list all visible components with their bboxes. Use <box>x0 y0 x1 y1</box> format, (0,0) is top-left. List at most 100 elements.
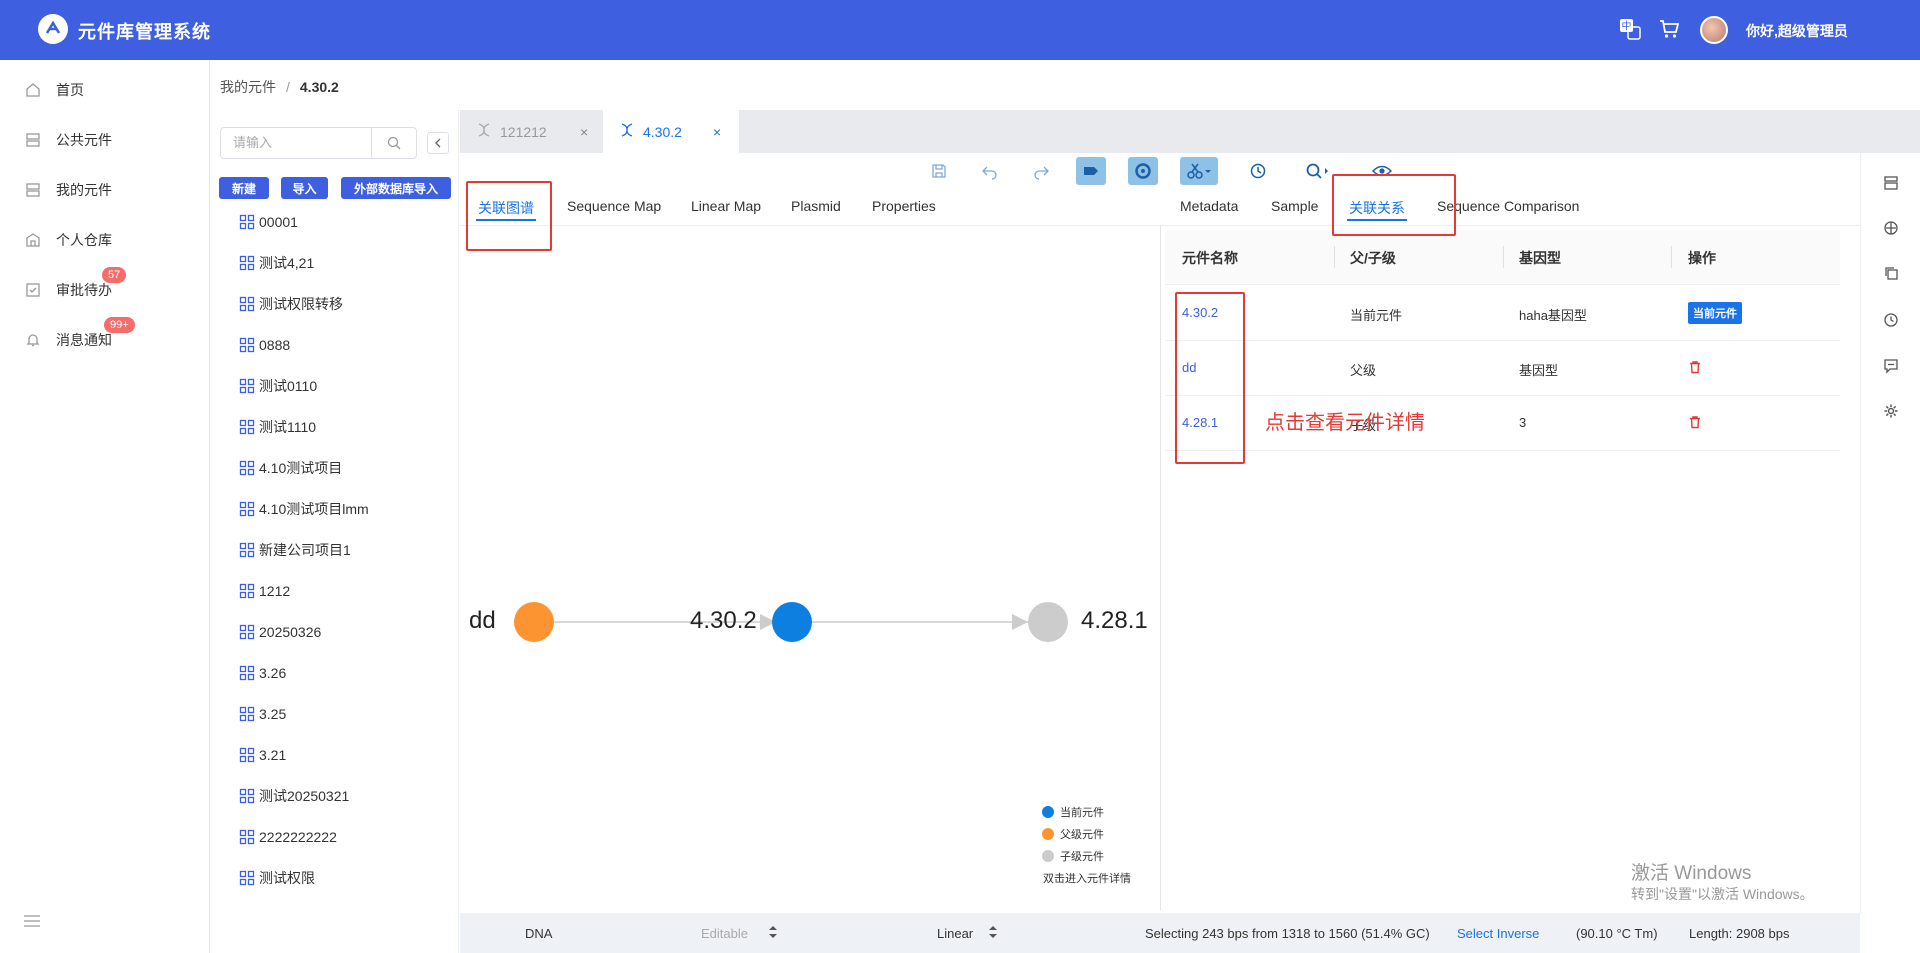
sequence-type-select[interactable]: DNA <box>525 926 552 941</box>
tree-item-label: 3.25 <box>259 706 287 722</box>
topology-select[interactable]: Linear <box>937 926 973 941</box>
grid-icon <box>239 542 255 558</box>
menu-item-home[interactable]: 首页 <box>0 65 210 115</box>
translate-icon[interactable]: 中 <box>1617 16 1643 42</box>
import-button[interactable]: 导入 <box>281 177 328 199</box>
search-input[interactable]: 请输入 <box>220 127 372 159</box>
comment-icon[interactable] <box>1880 355 1902 377</box>
eye-icon[interactable] <box>1367 157 1397 185</box>
tree-item-label: 00001 <box>259 214 298 230</box>
tree-item[interactable]: 测试1110 <box>239 415 316 439</box>
editable-select[interactable]: Editable <box>701 926 748 941</box>
external-import-button[interactable]: 外部数据库导入 <box>341 177 451 199</box>
copy-icon[interactable] <box>1880 262 1902 284</box>
menu-item-personal-repo[interactable]: 个人仓库 <box>0 215 210 265</box>
length-info: Length: 2908 bps <box>1689 926 1790 941</box>
avatar[interactable] <box>1700 16 1728 44</box>
enzyme-icon[interactable] <box>1880 217 1902 239</box>
tab-linear-map[interactable]: Linear Map <box>691 198 761 214</box>
tree-item[interactable]: 4.10测试项目 <box>239 456 342 480</box>
tab-properties[interactable]: Properties <box>872 198 936 214</box>
tab-relations[interactable]: 关联关系 <box>1349 198 1405 218</box>
breadcrumb-current: 4.30.2 <box>299 79 339 95</box>
tree-item[interactable]: 测试0110 <box>239 374 317 398</box>
close-icon[interactable]: × <box>580 124 588 140</box>
clock-icon[interactable] <box>1880 309 1902 331</box>
menu-item-approvals[interactable]: 审批待办 57 <box>0 265 210 315</box>
part-name-link[interactable]: 4.30.2 <box>1182 305 1218 320</box>
tree-item[interactable]: 新建公司项目1 <box>239 538 351 562</box>
menu-item-notifications[interactable]: 消息通知 99+ <box>0 315 210 365</box>
gear-icon[interactable] <box>1880 400 1902 422</box>
sort-arrows-icon[interactable] <box>768 924 778 943</box>
app-logo-icon <box>38 14 68 44</box>
selection-info: Selecting 243 bps from 1318 to 1560 (51.… <box>1145 926 1430 941</box>
graph-node-child[interactable] <box>1028 602 1068 642</box>
tree-item-label: 测试权限转移 <box>259 296 343 312</box>
breadcrumb-parent[interactable]: 我的元件 <box>220 79 276 95</box>
tree-item[interactable]: 1212 <box>239 579 290 603</box>
tree-item[interactable]: 测试权限 <box>239 866 315 890</box>
graph-node-parent[interactable] <box>514 602 554 642</box>
search-button[interactable] <box>371 127 417 159</box>
tab-metadata[interactable]: Metadata <box>1180 198 1238 214</box>
tab-sequence-map[interactable]: Sequence Map <box>567 198 661 214</box>
save-icon[interactable] <box>924 157 954 185</box>
active-tab-underline <box>476 219 536 221</box>
close-icon[interactable]: × <box>713 124 721 140</box>
tree-item[interactable]: 0888 <box>239 333 290 357</box>
part-name-link[interactable]: 4.28.1 <box>1182 415 1218 430</box>
new-button[interactable]: 新建 <box>219 177 269 199</box>
tree-item[interactable]: 3.25 <box>239 702 286 726</box>
tree-item[interactable]: 3.26 <box>239 661 286 685</box>
delete-icon[interactable] <box>1688 415 1702 432</box>
select-inverse-link[interactable]: Select Inverse <box>1457 926 1539 941</box>
row-divider <box>1165 450 1840 451</box>
status-bar: DNA Editable Linear Selecting 243 bps fr… <box>460 913 1860 953</box>
sort-arrows-icon[interactable] <box>988 924 998 943</box>
breadcrumb: 我的元件 / 4.30.2 <box>220 77 339 97</box>
redo-icon[interactable] <box>1026 157 1056 185</box>
tree-item[interactable]: 20250326 <box>239 620 321 644</box>
bell-icon <box>24 331 42 349</box>
tab-plasmid[interactable]: Plasmid <box>791 198 841 214</box>
tree-item[interactable]: 测试权限转移 <box>239 292 343 316</box>
tree-item[interactable]: 测试4,21 <box>239 251 314 275</box>
tab-sample[interactable]: Sample <box>1271 198 1318 214</box>
tree-item[interactable]: 3.21 <box>239 743 286 767</box>
column-header: 操作 <box>1688 250 1716 266</box>
circular-view-icon[interactable] <box>1128 157 1158 185</box>
find-icon[interactable] <box>1300 157 1336 185</box>
list-icon[interactable] <box>1880 172 1902 194</box>
grid-icon <box>239 501 255 517</box>
cart-icon[interactable] <box>1656 16 1682 42</box>
history-icon[interactable] <box>1243 157 1273 185</box>
delete-icon[interactable] <box>1688 360 1702 377</box>
tree-item[interactable]: 测试20250321 <box>239 784 349 808</box>
svg-text:中: 中 <box>1622 20 1632 33</box>
row-divider <box>1165 340 1840 341</box>
feature-label-icon[interactable] <box>1076 157 1106 185</box>
tree-item-label: 2222222222 <box>259 829 337 845</box>
tab-4-30-2[interactable]: 4.30.2 × <box>603 110 739 153</box>
cut-sites-icon[interactable] <box>1180 157 1218 185</box>
user-greeting[interactable]: 你好,超级管理员 <box>1746 21 1848 41</box>
part-name-link[interactable]: dd <box>1182 360 1196 375</box>
tree-item[interactable]: 4.10测试项目lmm <box>239 497 369 521</box>
menu-item-public-parts[interactable]: 公共元件 <box>0 115 210 165</box>
genotype-cell: 3 <box>1519 415 1527 430</box>
tab-sequence-comparison[interactable]: Sequence Comparison <box>1437 198 1579 214</box>
tab-relation-graph[interactable]: 关联图谱 <box>478 198 534 218</box>
menu-item-label: 审批待办 <box>56 282 112 298</box>
legend-swatch <box>1042 828 1054 840</box>
annotation-text: 点击查看元件详情 <box>1265 412 1425 434</box>
graph-node-current[interactable] <box>772 602 812 642</box>
menu-item-my-parts[interactable]: 我的元件 <box>0 165 210 215</box>
tree-item[interactable]: 00001 <box>239 210 298 234</box>
tree-item[interactable]: 2222222222 <box>239 825 337 849</box>
collapse-panel-button[interactable] <box>427 132 449 154</box>
notifications-count-badge: 99+ <box>104 317 135 333</box>
tab-121212[interactable]: 121212 × <box>460 110 603 153</box>
menu-collapse-icon[interactable] <box>22 913 42 932</box>
undo-icon[interactable] <box>975 157 1005 185</box>
